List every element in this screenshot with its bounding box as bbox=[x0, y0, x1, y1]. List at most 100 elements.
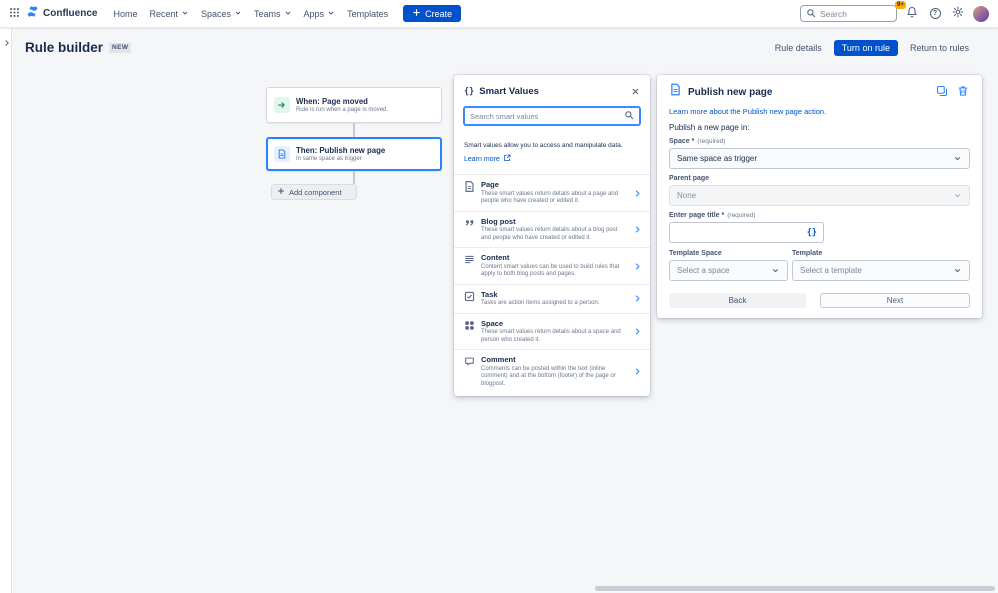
parent-page-select-value: None bbox=[677, 191, 696, 200]
nav-item-home[interactable]: Home bbox=[107, 5, 143, 23]
chevron-right-icon bbox=[3, 35, 11, 50]
smart-values-list: Page These smart values return details a… bbox=[454, 174, 650, 393]
next-button[interactable]: Next bbox=[820, 293, 970, 308]
nav-item-label: Home bbox=[113, 9, 137, 19]
when-card-subtitle: Rule is run when a page is moved. bbox=[296, 107, 388, 113]
confluence-logo-icon bbox=[26, 5, 39, 23]
nav-item-label: Spaces bbox=[201, 9, 231, 19]
smart-value-item-description: Comments can be posted within the text (… bbox=[481, 366, 627, 389]
action-learn-more-link[interactable]: Learn more about the Publish new page ac… bbox=[669, 107, 970, 116]
then-card-text: Then: Publish new page In same space as … bbox=[296, 146, 385, 163]
parent-page-select[interactable]: None bbox=[669, 185, 970, 206]
nav-right-group: 9+ ? bbox=[800, 5, 989, 22]
nav-item-apps[interactable]: Apps bbox=[298, 5, 342, 23]
turn-on-rule-button[interactable]: Turn on rule bbox=[834, 40, 898, 56]
required-hint: (required) bbox=[697, 138, 725, 145]
return-to-rules-button[interactable]: Return to rules bbox=[905, 40, 974, 56]
blog-post-icon bbox=[464, 218, 475, 229]
template-space-column: Template Space Select a space bbox=[669, 250, 788, 281]
add-component-button[interactable]: Add component bbox=[271, 184, 357, 200]
external-link-icon bbox=[503, 154, 511, 164]
page-title-input[interactable] bbox=[676, 228, 807, 237]
settings-button[interactable] bbox=[950, 6, 966, 22]
smart-value-item-body: Page These smart values return details a… bbox=[481, 180, 627, 206]
chevron-down-icon bbox=[234, 9, 242, 19]
template-select[interactable]: Select a template bbox=[792, 260, 970, 281]
rule-details-button[interactable]: Rule details bbox=[770, 40, 827, 56]
smart-value-item-description: Content smart values can be used to buil… bbox=[481, 264, 627, 279]
template-fields-row: Template Space Select a space Template S… bbox=[669, 250, 970, 281]
smart-value-item-description: These smart values return details about … bbox=[481, 227, 627, 242]
when-card-title: When: Page moved bbox=[296, 97, 388, 106]
smart-value-item-page[interactable]: Page These smart values return details a… bbox=[454, 174, 650, 211]
then-action-card[interactable]: Then: Publish new page In same space as … bbox=[266, 137, 442, 171]
notifications-button[interactable]: 9+ bbox=[904, 6, 920, 22]
delete-action-button[interactable] bbox=[955, 85, 970, 100]
template-space-select[interactable]: Select a space bbox=[669, 260, 788, 281]
chevron-right-icon bbox=[633, 262, 642, 271]
when-trigger-card[interactable]: When: Page moved Rule is run when a page… bbox=[266, 87, 442, 123]
field-label-text: Space * bbox=[669, 138, 694, 145]
smart-value-item-content[interactable]: Content Content smart values can be used… bbox=[454, 247, 650, 284]
back-button[interactable]: Back bbox=[669, 293, 806, 308]
notification-badge: 9+ bbox=[895, 1, 906, 9]
nav-item-label: Templates bbox=[347, 9, 388, 19]
smart-value-item-blog-post[interactable]: Blog post These smart values return deta… bbox=[454, 211, 650, 248]
smart-values-title: Smart Values bbox=[479, 86, 539, 97]
expand-sidebar-button[interactable] bbox=[1, 35, 12, 50]
brand-name: Confluence bbox=[43, 8, 97, 19]
smart-value-item-body: Blog post These smart values return deta… bbox=[481, 217, 627, 243]
create-button-label: Create bbox=[425, 9, 452, 19]
smart-value-item-description: Tasks are action items assigned to a per… bbox=[481, 300, 627, 308]
comment-icon bbox=[464, 356, 475, 367]
app-grid-icon bbox=[9, 6, 20, 21]
chevron-down-icon bbox=[953, 266, 962, 275]
insert-smart-value-button[interactable]: {} bbox=[807, 228, 817, 238]
task-icon bbox=[464, 291, 475, 302]
braces-icon: {} bbox=[464, 87, 474, 97]
nav-item-teams[interactable]: Teams bbox=[248, 5, 298, 23]
smart-value-item-body: Space These smart values return details … bbox=[481, 319, 627, 345]
smart-values-intro: Smart values allow you to access and man… bbox=[464, 142, 640, 150]
nav-item-templates[interactable]: Templates bbox=[341, 5, 394, 23]
space-select[interactable]: Same space as trigger bbox=[669, 148, 970, 169]
nav-item-recent[interactable]: Recent bbox=[143, 5, 195, 23]
field-label-text: Enter page title * bbox=[669, 212, 724, 219]
close-smart-values-button[interactable] bbox=[631, 84, 640, 99]
horizontal-scrollbar[interactable] bbox=[595, 586, 995, 591]
nav-item-spaces[interactable]: Spaces bbox=[195, 5, 248, 23]
smart-value-item-body: Task Tasks are action items assigned to … bbox=[481, 290, 627, 308]
chevron-down-icon bbox=[327, 9, 335, 19]
app-switcher-button[interactable] bbox=[6, 6, 22, 22]
smart-values-learn-more-link[interactable]: Learn more bbox=[464, 154, 640, 164]
page-title-field-label: Enter page title * (required) bbox=[669, 212, 970, 219]
template-space-placeholder: Select a space bbox=[677, 266, 729, 275]
template-placeholder: Select a template bbox=[800, 266, 862, 275]
global-search-input[interactable] bbox=[820, 9, 891, 19]
nav-menu: Home Recent Spaces Teams Apps Templates bbox=[107, 5, 394, 23]
smart-value-item-comment[interactable]: Comment Comments can be posted within th… bbox=[454, 349, 650, 393]
page-icon bbox=[464, 181, 475, 192]
smart-value-item-title: Content bbox=[481, 253, 627, 262]
required-hint: (required) bbox=[727, 212, 755, 219]
nav-item-label: Teams bbox=[254, 9, 281, 19]
confluence-home-link[interactable]: Confluence bbox=[26, 5, 97, 23]
chevron-right-icon bbox=[633, 294, 642, 303]
chevron-right-icon bbox=[633, 327, 642, 336]
help-button[interactable]: ? bbox=[927, 6, 943, 22]
smart-values-search-input[interactable] bbox=[470, 112, 620, 121]
create-button[interactable]: Create bbox=[403, 5, 461, 22]
profile-button[interactable] bbox=[973, 6, 989, 22]
chevron-right-icon bbox=[633, 367, 642, 376]
top-navigation: Confluence Home Recent Spaces Teams Apps… bbox=[0, 0, 998, 28]
rule-builder-canvas: Rule builder NEW Rule details Turn on ru… bbox=[12, 28, 998, 593]
smart-value-item-task[interactable]: Task Tasks are action items assigned to … bbox=[454, 284, 650, 313]
smart-value-item-title: Blog post bbox=[481, 217, 627, 226]
nav-item-label: Apps bbox=[304, 9, 325, 19]
smart-values-panel: {} Smart Values Smart values allow you t… bbox=[454, 75, 650, 396]
arrow-right-icon bbox=[274, 97, 290, 113]
duplicate-action-button[interactable] bbox=[934, 85, 949, 100]
then-card-title: Then: Publish new page bbox=[296, 146, 385, 155]
smart-value-item-space[interactable]: Space These smart values return details … bbox=[454, 313, 650, 350]
connector-line bbox=[353, 171, 355, 184]
